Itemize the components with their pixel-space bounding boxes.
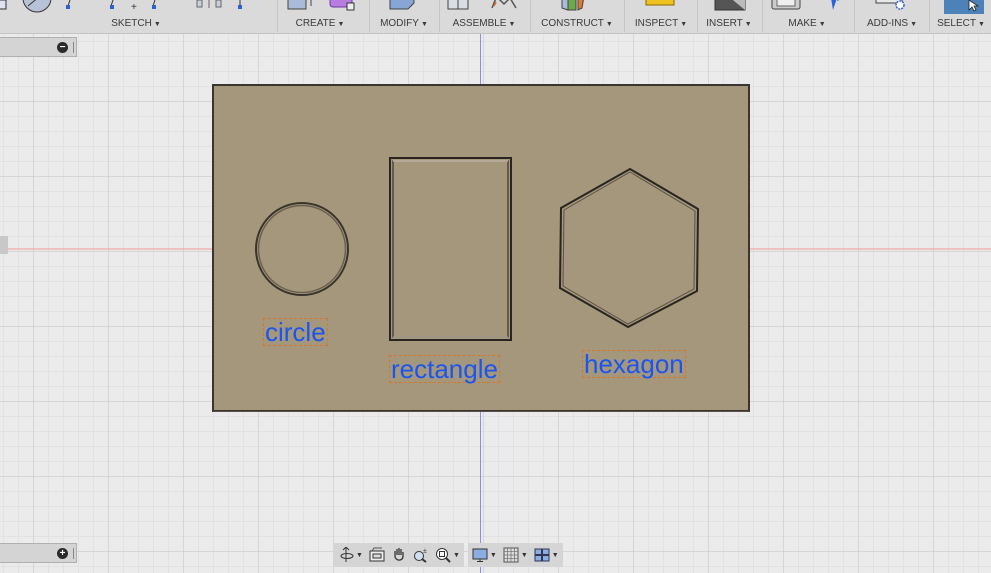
assemble-group[interactable]: ASSEMBLE ▼ bbox=[440, 0, 528, 33]
modify-press-pull-icon[interactable] bbox=[370, 0, 438, 16]
collapse-panel-button[interactable]: − bbox=[57, 42, 68, 53]
hexagon-label[interactable]: hexagon bbox=[582, 350, 686, 378]
side-tab[interactable] bbox=[0, 236, 8, 254]
model-view bbox=[212, 84, 750, 412]
inspect-group[interactable]: INSPECT ▼ bbox=[626, 0, 696, 33]
toolbar: + SKETCH ▼ CREATE ▼ MODIFY ▼ ASSEMBLE ▼ … bbox=[0, 0, 991, 34]
viewports-button[interactable]: ▼ bbox=[534, 547, 559, 563]
display-monitor-icon bbox=[472, 548, 488, 562]
zoom-window-icon bbox=[435, 548, 451, 563]
grid-settings-button[interactable]: ▼ bbox=[503, 547, 528, 563]
viewport-canvas[interactable]: circle rectangle hexagon − + bbox=[0, 34, 991, 573]
expand-panel-button[interactable]: + bbox=[57, 548, 68, 559]
grid-icon bbox=[503, 547, 519, 563]
select-cursor-icon[interactable] bbox=[931, 0, 991, 16]
modify-group[interactable]: MODIFY ▼ bbox=[370, 0, 438, 33]
svg-text:+: + bbox=[131, 2, 137, 13]
create-box-icon[interactable] bbox=[280, 0, 360, 16]
sketch-tools-icons[interactable]: + bbox=[0, 0, 272, 16]
pan-button[interactable] bbox=[391, 547, 407, 563]
separator bbox=[624, 0, 625, 32]
insert-image-icon[interactable] bbox=[698, 0, 760, 16]
inspect-measure-icon[interactable] bbox=[626, 0, 696, 16]
make-group[interactable]: MAKE ▼ bbox=[763, 0, 851, 33]
dropdown-arrow[interactable]: ▼ bbox=[490, 552, 497, 559]
nav-tools-segment: ▼ ± ▼ bbox=[334, 543, 464, 567]
look-at-button[interactable] bbox=[369, 547, 385, 563]
viewports-icon bbox=[534, 548, 550, 562]
make-3d-print-icon[interactable] bbox=[763, 0, 851, 16]
zoom-icon: ± bbox=[413, 548, 427, 563]
sketch-group[interactable]: + SKETCH ▼ bbox=[0, 0, 272, 33]
construct-group[interactable]: CONSTRUCT ▼ bbox=[532, 0, 622, 33]
zoom-button[interactable]: ± bbox=[413, 547, 429, 563]
display-segment: ▼ ▼ ▼ bbox=[467, 543, 563, 567]
insert-menu[interactable]: INSERT ▼ bbox=[698, 18, 760, 29]
select-menu[interactable]: SELECT ▼ bbox=[931, 18, 991, 29]
sketch-menu[interactable]: SKETCH ▼ bbox=[0, 18, 272, 29]
dropdown-arrow[interactable]: ▼ bbox=[453, 552, 460, 559]
inspect-menu[interactable]: INSPECT ▼ bbox=[626, 18, 696, 29]
rectangle-label[interactable]: rectangle bbox=[389, 355, 500, 383]
dropdown-arrow[interactable]: ▼ bbox=[552, 552, 559, 559]
construct-menu[interactable]: CONSTRUCT ▼ bbox=[532, 18, 622, 29]
create-menu[interactable]: CREATE ▼ bbox=[280, 18, 360, 29]
select-group[interactable]: SELECT ▼ bbox=[931, 0, 991, 33]
add-ins-menu[interactable]: ADD-INS ▼ bbox=[856, 18, 928, 29]
add-ins-group[interactable]: ADD-INS ▼ bbox=[856, 0, 928, 33]
construct-plane-icon[interactable] bbox=[532, 0, 622, 16]
fit-button[interactable]: ▼ bbox=[435, 547, 460, 563]
modify-menu[interactable]: MODIFY ▼ bbox=[370, 18, 438, 29]
orbit-icon bbox=[340, 547, 354, 562]
separator bbox=[530, 0, 531, 32]
orbit-button[interactable]: ▼ bbox=[338, 547, 363, 563]
separator bbox=[854, 0, 855, 32]
dropdown-arrow[interactable]: ▼ bbox=[356, 552, 363, 559]
panel-grip[interactable] bbox=[73, 548, 74, 559]
dropdown-arrow[interactable]: ▼ bbox=[521, 552, 528, 559]
create-group[interactable]: CREATE ▼ bbox=[280, 0, 360, 33]
separator bbox=[929, 0, 930, 32]
add-ins-gear-icon[interactable] bbox=[856, 0, 928, 16]
assemble-joint-icon[interactable] bbox=[440, 0, 528, 16]
look-at-icon bbox=[369, 547, 385, 562]
comments-panel[interactable]: + bbox=[0, 543, 77, 563]
svg-text:±: ± bbox=[423, 548, 427, 555]
assemble-menu[interactable]: ASSEMBLE ▼ bbox=[440, 18, 528, 29]
navigation-bar: ▼ ± ▼ ▼ ▼ ▼ bbox=[334, 543, 563, 567]
make-menu[interactable]: MAKE ▼ bbox=[763, 18, 851, 29]
pan-hand-icon bbox=[394, 548, 404, 561]
display-settings-button[interactable]: ▼ bbox=[472, 547, 497, 563]
separator bbox=[277, 0, 278, 32]
circle-label[interactable]: circle bbox=[263, 318, 328, 346]
browser-panel[interactable]: − bbox=[0, 37, 77, 57]
panel-grip[interactable] bbox=[73, 42, 74, 53]
insert-group[interactable]: INSERT ▼ bbox=[698, 0, 760, 33]
